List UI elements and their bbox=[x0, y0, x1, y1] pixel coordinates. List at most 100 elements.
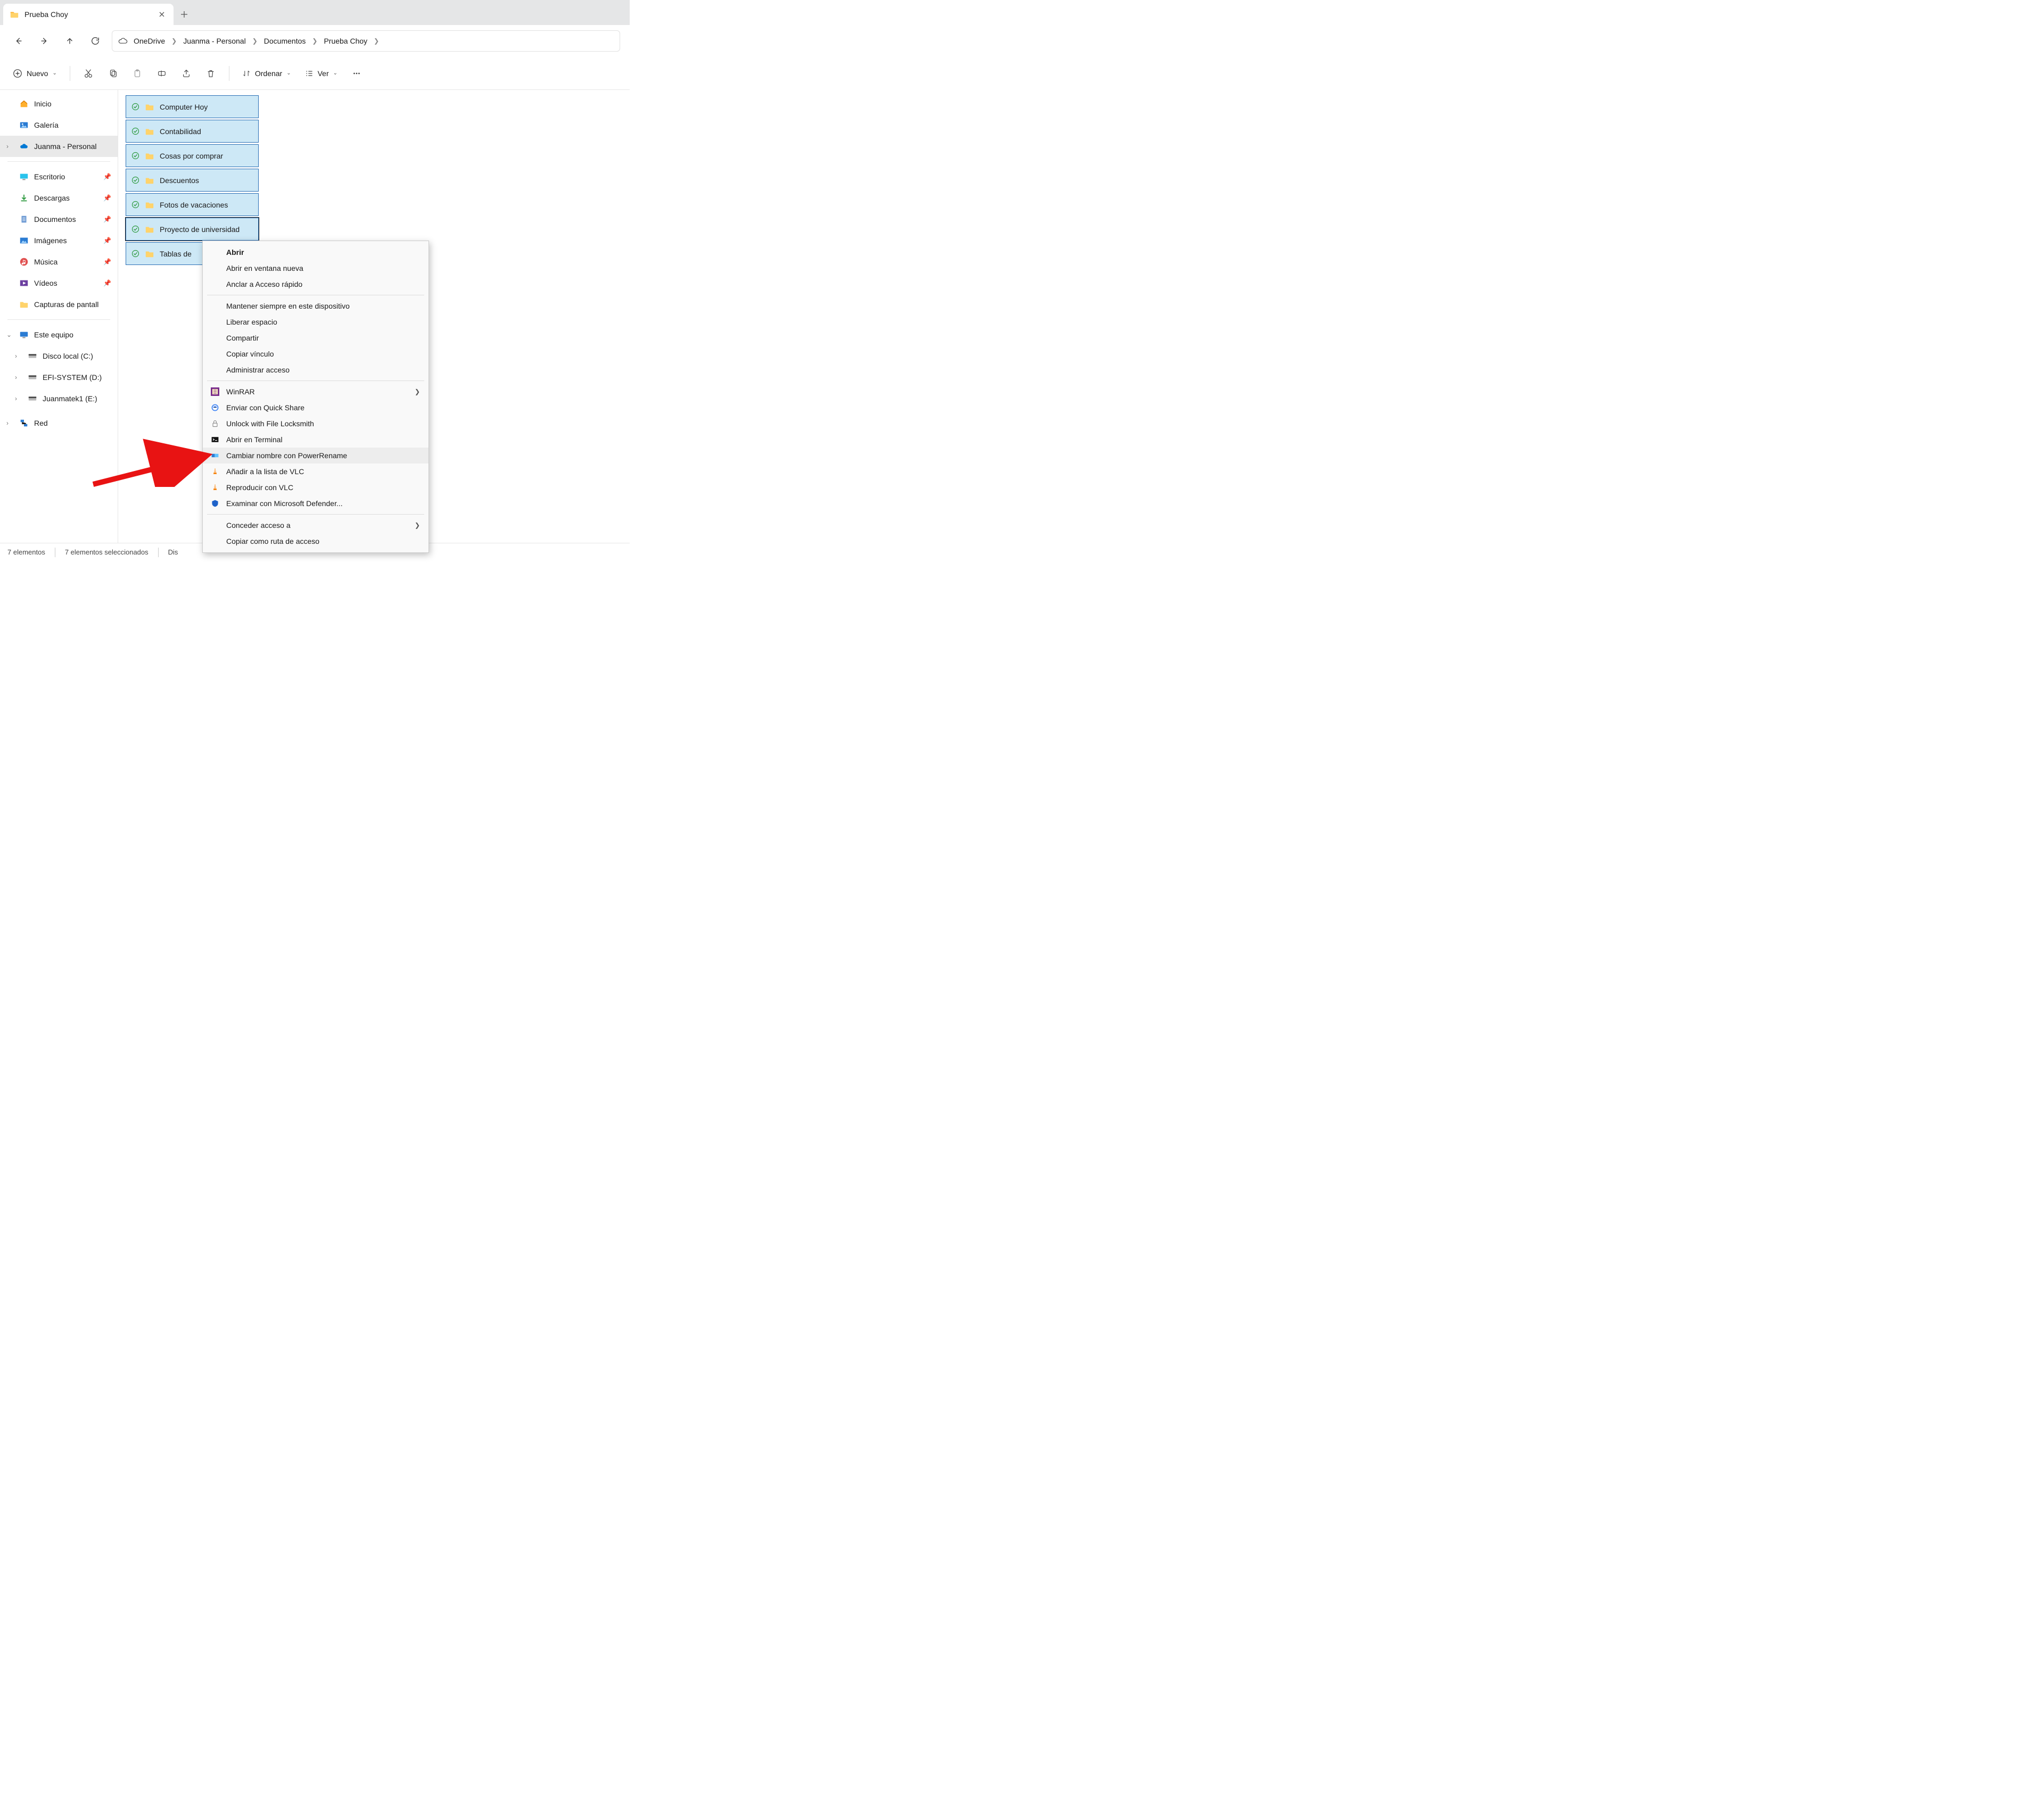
context-menu-label: Abrir bbox=[226, 248, 244, 257]
sidebar-item-label: Inicio bbox=[34, 100, 52, 108]
folder-item[interactable]: Computer Hoy bbox=[126, 95, 259, 118]
context-menu-label: Administrar acceso bbox=[226, 366, 290, 374]
crumb-1[interactable]: Juanma - Personal bbox=[180, 35, 249, 47]
context-menu-item[interactable]: Enviar con Quick Share bbox=[203, 400, 428, 416]
pin-icon: 📌 bbox=[103, 194, 111, 202]
paste-button[interactable] bbox=[127, 64, 148, 83]
context-menu-item[interactable]: Mantener siempre en este dispositivo bbox=[203, 298, 428, 314]
quickshare-icon bbox=[210, 403, 220, 412]
view-button[interactable]: Ver ⌄ bbox=[300, 64, 343, 83]
sidebar-item-thispc[interactable]: ⌄ Este equipo bbox=[0, 324, 118, 345]
sidebar-item-drive[interactable]: › Juanmatek1 (E:) bbox=[0, 388, 118, 409]
context-menu-item[interactable]: Abrir en ventana nueva bbox=[203, 260, 428, 276]
sort-button[interactable]: Ordenar ⌄ bbox=[237, 64, 296, 83]
context-menu-item[interactable]: Compartir bbox=[203, 330, 428, 346]
sync-ok-icon bbox=[131, 201, 139, 209]
context-menu-item[interactable]: Examinar con Microsoft Defender... bbox=[203, 495, 428, 511]
context-menu-item[interactable]: Abrir bbox=[203, 244, 428, 260]
copy-button[interactable] bbox=[102, 64, 123, 83]
forward-button[interactable] bbox=[35, 32, 53, 50]
context-menu-label: Cambiar nombre con PowerRename bbox=[226, 451, 347, 460]
new-button[interactable]: Nuevo ⌄ bbox=[7, 64, 62, 83]
tab-active[interactable]: Prueba Choy bbox=[3, 4, 174, 25]
context-menu-item[interactable]: Abrir en Terminal bbox=[203, 432, 428, 448]
folder-item[interactable]: Cosas por comprar bbox=[126, 144, 259, 167]
sidebar-item-documentos[interactable]: Documentos📌 bbox=[0, 209, 118, 230]
chevron-right-icon[interactable]: › bbox=[15, 352, 22, 360]
context-menu-label: Compartir bbox=[226, 334, 259, 342]
chevron-right-icon[interactable]: › bbox=[15, 395, 22, 402]
rename-button[interactable] bbox=[151, 64, 172, 83]
context-menu-item[interactable]: Conceder acceso a❯ bbox=[203, 517, 428, 533]
new-label: Nuevo bbox=[27, 69, 48, 78]
chevron-right-icon[interactable]: › bbox=[6, 419, 14, 427]
context-menu-item[interactable]: Unlock with File Locksmith bbox=[203, 416, 428, 432]
folder-label: Computer Hoy bbox=[160, 103, 208, 111]
delete-button[interactable] bbox=[200, 64, 221, 83]
folder-label: Tablas de bbox=[160, 250, 192, 258]
drive-icon bbox=[28, 373, 37, 382]
sidebar-item-drive[interactable]: ›Disco local (C:) bbox=[0, 345, 118, 367]
sidebar-item-música[interactable]: Música📌 bbox=[0, 251, 118, 272]
sidebar: Inicio Galería›Juanma - Personal Escritor… bbox=[0, 90, 118, 543]
onedrive-icon bbox=[19, 142, 29, 151]
pin-icon: 📌 bbox=[103, 237, 111, 244]
new-tab-button[interactable] bbox=[174, 4, 195, 25]
chevron-down-icon[interactable]: ⌄ bbox=[6, 331, 14, 338]
context-menu-item[interactable]: Administrar acceso bbox=[203, 362, 428, 378]
chevron-right-icon: ❯ bbox=[251, 37, 259, 45]
pin-icon: 📌 bbox=[103, 216, 111, 223]
sidebar-item-capturas-de-pantall[interactable]: Capturas de pantall bbox=[0, 294, 118, 315]
sidebar-item-drive[interactable]: › EFI-SYSTEM (D:) bbox=[0, 367, 118, 388]
chevron-right-icon[interactable]: › bbox=[15, 374, 22, 381]
crumb-0[interactable]: OneDrive bbox=[130, 35, 168, 47]
back-button[interactable] bbox=[10, 32, 28, 50]
crumb-3[interactable]: Prueba Choy bbox=[320, 35, 370, 47]
context-menu-item[interactable]: Añadir a la lista de VLC bbox=[203, 464, 428, 479]
sidebar-item-label: EFI-SYSTEM (D:) bbox=[43, 373, 102, 382]
context-menu-item[interactable]: Cambiar nombre con PowerRename bbox=[203, 448, 428, 464]
folder-icon bbox=[145, 151, 154, 161]
sidebar-item-imágenes[interactable]: Imágenes📌 bbox=[0, 230, 118, 251]
desktop-icon bbox=[19, 172, 29, 181]
context-menu-item[interactable]: Anclar a Acceso rápido bbox=[203, 276, 428, 292]
cut-button[interactable] bbox=[78, 64, 99, 83]
up-button[interactable] bbox=[61, 32, 79, 50]
sidebar-item-juanma---personal[interactable]: ›Juanma - Personal bbox=[0, 136, 118, 157]
crumb-2[interactable]: Documentos bbox=[261, 35, 309, 47]
context-menu-item[interactable]: Copiar vínculo bbox=[203, 346, 428, 362]
folder-item[interactable]: Contabilidad bbox=[126, 120, 259, 143]
context-menu-label: Unlock with File Locksmith bbox=[226, 419, 314, 428]
sidebar-item-label: Este equipo bbox=[34, 330, 73, 339]
folder-item[interactable]: Proyecto de universidad bbox=[126, 218, 259, 241]
sidebar-item-label: Juanmatek1 (E:) bbox=[43, 394, 97, 403]
sidebar-item-galería[interactable]: Galería bbox=[0, 114, 118, 136]
breadcrumb[interactable]: OneDrive ❯ Juanma - Personal ❯ Documento… bbox=[112, 30, 620, 52]
sidebar-item-network[interactable]: › Red bbox=[0, 412, 118, 434]
folder-item[interactable]: Fotos de vacaciones bbox=[126, 193, 259, 216]
sidebar-item-inicio[interactable]: Inicio bbox=[0, 93, 118, 114]
context-menu-label: Reproducir con VLC bbox=[226, 483, 293, 492]
context-menu-item[interactable]: Liberar espacio bbox=[203, 314, 428, 330]
sidebar-item-vídeos[interactable]: Vídeos📌 bbox=[0, 272, 118, 294]
chevron-right-icon: ❯ bbox=[415, 388, 420, 395]
tab-title: Prueba Choy bbox=[24, 10, 150, 19]
tab-close-icon[interactable] bbox=[155, 8, 168, 21]
folder-icon bbox=[145, 249, 154, 259]
share-button[interactable] bbox=[176, 64, 197, 83]
context-menu-item[interactable]: WinRAR❯ bbox=[203, 384, 428, 400]
sidebar-item-label: Descargas bbox=[34, 194, 70, 202]
more-button[interactable] bbox=[346, 64, 367, 83]
sidebar-item-descargas[interactable]: Descargas 📌 bbox=[0, 187, 118, 209]
sidebar-item-escritorio[interactable]: Escritorio📌 bbox=[0, 166, 118, 187]
context-menu-item[interactable]: Copiar como ruta de acceso bbox=[203, 533, 428, 549]
sidebar-item-label: Música bbox=[34, 258, 57, 266]
refresh-button[interactable] bbox=[86, 32, 104, 50]
chevron-right-icon: ❯ bbox=[415, 522, 420, 529]
folder-item[interactable]: Descuentos bbox=[126, 169, 259, 192]
context-menu-item[interactable]: Reproducir con VLC bbox=[203, 479, 428, 495]
document-icon bbox=[19, 214, 29, 224]
chevron-right-icon[interactable]: › bbox=[6, 143, 14, 150]
chevron-right-icon: ❯ bbox=[311, 37, 318, 45]
context-menu-label: Abrir en ventana nueva bbox=[226, 264, 303, 272]
